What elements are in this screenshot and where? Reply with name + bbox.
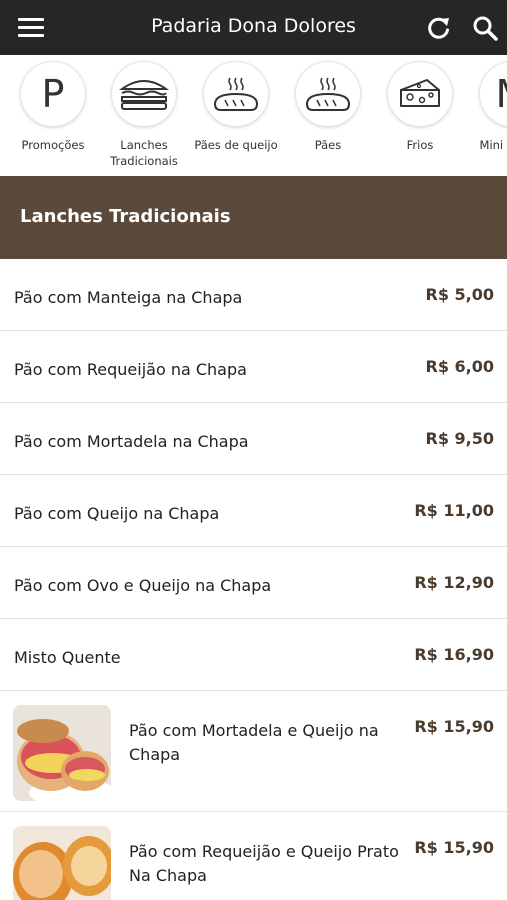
item-name: Pão com Manteiga na Chapa bbox=[14, 288, 243, 307]
section-header: Lanches Tradicionais bbox=[0, 176, 507, 259]
product-list: Pão com Manteiga na Chapa R$ 5,00 Pão co… bbox=[0, 259, 507, 900]
category-paes-de-queijo[interactable]: Pães de queijo bbox=[190, 61, 282, 153]
requeijao-queijo-photo bbox=[13, 826, 111, 900]
item-price: R$ 5,00 bbox=[425, 285, 495, 304]
item-name: Pão com Queijo na Chapa bbox=[14, 504, 220, 523]
list-item[interactable]: Pão com Mortadela e Queijo na Chapa R$ 1… bbox=[0, 691, 507, 812]
category-label: Pães de queijo bbox=[194, 138, 278, 152]
category-label: Lanches Tradicionais bbox=[110, 138, 178, 168]
item-price: R$ 16,90 bbox=[414, 645, 494, 664]
item-price: R$ 6,00 bbox=[425, 357, 495, 376]
category-paes[interactable]: Pães bbox=[282, 61, 374, 153]
list-item[interactable]: Misto Quente R$ 16,90 bbox=[0, 619, 507, 691]
search-icon[interactable] bbox=[471, 14, 499, 42]
category-frios[interactable]: Frios bbox=[374, 61, 466, 153]
category-label: Frios bbox=[406, 138, 434, 152]
category-promocoes[interactable]: P Promoções bbox=[7, 61, 99, 153]
list-item[interactable]: Pão com Manteiga na Chapa R$ 5,00 bbox=[0, 259, 507, 331]
sandwich-icon bbox=[111, 61, 177, 127]
item-price: R$ 15,90 bbox=[414, 838, 494, 857]
section-title: Lanches Tradicionais bbox=[20, 206, 231, 227]
list-item[interactable]: Pão com Ovo e Queijo na Chapa R$ 12,90 bbox=[0, 547, 507, 619]
item-name: Pão com Requeijão na Chapa bbox=[14, 360, 247, 379]
category-mini[interactable]: M Mini S... F... bbox=[466, 61, 507, 153]
category-label: Promoções bbox=[21, 138, 85, 152]
list-item[interactable]: Pão com Requeijão e Queijo Prato Na Chap… bbox=[0, 812, 507, 900]
list-item[interactable]: Pão com Requeijão na Chapa R$ 6,00 bbox=[0, 331, 507, 403]
item-price: R$ 11,00 bbox=[414, 501, 494, 520]
category-carousel[interactable]: P Promoções Lanches Tradicionais Pães de… bbox=[0, 55, 507, 176]
category-label: Pães bbox=[314, 138, 342, 152]
bread-steam-icon bbox=[295, 61, 361, 127]
item-price: R$ 15,90 bbox=[414, 717, 494, 736]
mortadela-queijo-photo bbox=[13, 705, 111, 801]
list-item[interactable]: Pão com Mortadela na Chapa R$ 9,50 bbox=[0, 403, 507, 475]
category-label: Mini S... F... bbox=[479, 138, 507, 152]
bread-steam-icon bbox=[203, 61, 269, 127]
item-price: R$ 9,50 bbox=[425, 429, 495, 448]
cheese-icon bbox=[387, 61, 453, 127]
refresh-icon[interactable] bbox=[425, 14, 453, 42]
item-name: Pão com Requeijão e Queijo Prato Na Chap… bbox=[129, 842, 399, 885]
item-price: R$ 12,90 bbox=[414, 573, 494, 592]
item-name: Pão com Mortadela na Chapa bbox=[14, 432, 249, 451]
item-name: Pão com Mortadela e Queijo na Chapa bbox=[129, 721, 379, 764]
letter-m-icon: M bbox=[479, 61, 507, 127]
category-lanches-tradicionais[interactable]: Lanches Tradicionais bbox=[98, 61, 190, 169]
top-app-bar: Padaria Dona Dolores bbox=[0, 0, 507, 55]
item-name: Pão com Ovo e Queijo na Chapa bbox=[14, 576, 272, 595]
letter-p-icon: P bbox=[20, 61, 86, 127]
item-name: Misto Quente bbox=[14, 648, 121, 667]
list-item[interactable]: Pão com Queijo na Chapa R$ 11,00 bbox=[0, 475, 507, 547]
